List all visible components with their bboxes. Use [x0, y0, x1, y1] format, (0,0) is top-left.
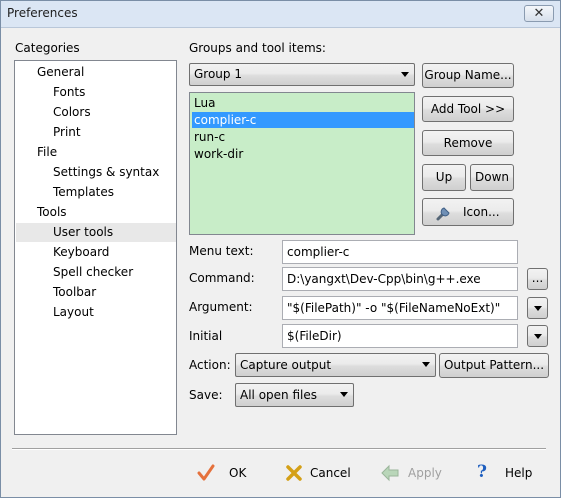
tree-item-keyboard[interactable]: Keyboard — [53, 243, 109, 262]
save-select-value: All open files — [240, 388, 317, 402]
initial-field[interactable]: $(FileDir) — [282, 324, 518, 348]
chevron-down-icon — [422, 362, 430, 367]
save-label: Save: — [189, 388, 223, 402]
icon-button[interactable]: Icon... — [422, 198, 514, 226]
close-button[interactable]: ✕ — [524, 5, 554, 22]
up-button[interactable]: Up — [422, 164, 466, 191]
apply-button[interactable]: Apply — [378, 460, 448, 486]
command-label: Command: — [189, 271, 255, 285]
tool-item-work-dir[interactable]: work-dir — [192, 146, 414, 162]
command-field[interactable]: D:\yangxt\Dev-Cpp\bin\g++.exe — [282, 267, 518, 291]
footer-separator — [12, 448, 546, 450]
remove-button[interactable]: Remove — [422, 130, 514, 156]
tree-item-fonts[interactable]: Fonts — [53, 83, 85, 102]
down-button[interactable]: Down — [470, 164, 514, 191]
save-select[interactable]: All open files — [235, 383, 354, 407]
initial-menu-button[interactable] — [527, 325, 548, 347]
tree-item-settings-syntax[interactable]: Settings & syntax — [53, 163, 159, 182]
tool-list[interactable]: Lua complier-c run-c work-dir — [189, 92, 415, 235]
tree-item-templates[interactable]: Templates — [53, 183, 114, 202]
tree-item-print[interactable]: Print — [53, 123, 81, 142]
argument-menu-button[interactable] — [527, 297, 548, 319]
chevron-down-icon — [401, 72, 409, 77]
chevron-down-icon — [340, 392, 348, 397]
window-title: Preferences — [7, 6, 78, 20]
icon-button-label: Icon... — [463, 205, 500, 219]
tool-item-run-c[interactable]: run-c — [192, 129, 414, 145]
tree-item-layout[interactable]: Layout — [53, 303, 94, 322]
output-pattern-button[interactable]: Output Pattern... — [439, 353, 549, 378]
action-select-value: Capture output — [240, 358, 332, 372]
tree-item-general[interactable]: General — [37, 63, 84, 82]
chevron-down-icon — [534, 334, 542, 339]
tree-item-user-tools: User tools — [53, 225, 114, 239]
help-button[interactable]: ? Help — [474, 460, 544, 486]
add-tool-button[interactable]: Add Tool >> — [422, 96, 514, 122]
groups-label: Groups and tool items: — [189, 41, 326, 55]
chevron-down-icon — [534, 306, 542, 311]
tree-item-user-tools-selected[interactable]: User tools — [16, 223, 176, 242]
help-icon: ? — [477, 462, 487, 482]
initial-label: Initial — [189, 329, 223, 343]
tree-item-tools[interactable]: Tools — [37, 203, 67, 222]
argument-label: Argument: — [189, 300, 253, 314]
tree-item-colors[interactable]: Colors — [53, 103, 91, 122]
group-select[interactable]: Group 1 — [189, 63, 415, 86]
action-select[interactable]: Capture output — [235, 353, 436, 377]
tree-item-spell-checker[interactable]: Spell checker — [53, 263, 133, 282]
cancel-label: Cancel — [310, 466, 351, 480]
ok-button[interactable]: OK — [192, 460, 262, 486]
cancel-x-icon — [286, 465, 302, 481]
menu-text-field[interactable]: complier-c — [282, 240, 518, 264]
group-select-value: Group 1 — [194, 67, 242, 81]
wrench-icon — [436, 207, 450, 221]
categories-label: Categories — [15, 41, 80, 55]
ok-label: OK — [229, 466, 247, 480]
title-bar — [1, 1, 560, 28]
arrow-left-icon — [381, 464, 399, 482]
tool-item-lua[interactable]: Lua — [192, 95, 414, 111]
checkmark-icon — [197, 464, 215, 481]
command-browse-button[interactable]: ... — [527, 268, 548, 290]
cancel-button[interactable]: Cancel — [280, 460, 360, 486]
tree-item-file[interactable]: File — [37, 143, 57, 162]
help-label: Help — [505, 466, 533, 480]
tree-item-toolbar[interactable]: Toolbar — [53, 283, 96, 302]
tool-item-complier-c[interactable]: complier-c — [192, 112, 414, 128]
argument-field[interactable]: "$(FilePath)" -o "$(FileNameNoExt)" — [282, 296, 518, 320]
categories-tree[interactable]: General Fonts Colors Print File Settings… — [14, 60, 177, 435]
group-name-button[interactable]: Group Name... — [422, 63, 514, 88]
action-label: Action: — [189, 358, 231, 372]
menu-text-label: Menu text: — [189, 244, 254, 258]
apply-label: Apply — [408, 466, 442, 480]
